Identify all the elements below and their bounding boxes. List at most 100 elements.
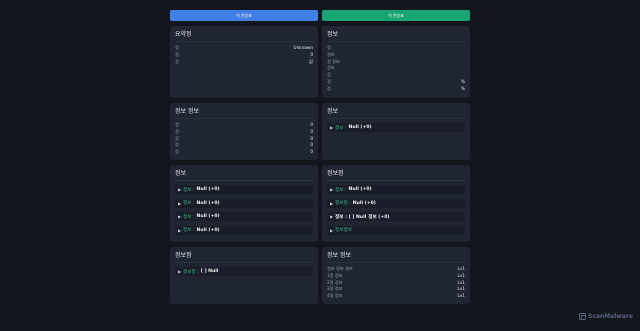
kv-row: 1정 정보 Lv1 <box>327 273 465 280</box>
expand-triangle-icon[interactable]: ▶ <box>178 269 181 274</box>
kv-key: 정 <box>327 78 331 84</box>
misc-card: 정보정 ▶ 정보정 :[ ] Null <box>170 247 318 304</box>
divider <box>327 180 465 181</box>
expand-triangle-icon[interactable]: ▶ <box>330 187 333 192</box>
detail-card: 정보 ▶ 정보 : Null (+0) <box>322 103 470 160</box>
kv-key: 1정 정보 <box>327 272 343 278</box>
divider <box>175 180 313 181</box>
item-value: Null (+0) <box>196 187 220 193</box>
kv-value: % <box>461 85 465 91</box>
kv-key: 정 <box>327 45 331 50</box>
item-value: Null (+0) <box>196 200 220 206</box>
attributes-card: 정보 ▶ 정보 : Null (+0) ▶ 정보 : Null (+0) ▶ 정보 : Nu… <box>170 165 318 242</box>
kv-row: 정 <box>327 72 465 79</box>
top-bar: 이 전승표 이 전승표 <box>170 10 470 21</box>
item-value: [ ] Null <box>200 269 219 275</box>
kv-row: 정보 <box>327 65 465 72</box>
watermark-text: ScanMalware <box>588 313 633 320</box>
item-value: Null (+0) <box>348 125 372 131</box>
expandable-item[interactable]: ▶ 정보정보 <box>327 225 465 235</box>
kv-value: 0 <box>310 128 313 134</box>
kv-row: 정 <box>327 45 465 52</box>
expandable-item[interactable]: ▶ 정보 : Null (+0) <box>175 185 313 195</box>
kv-value: 없 <box>309 58 313 64</box>
logo-icon <box>579 313 586 320</box>
kv-key: 정 <box>327 85 331 91</box>
expand-triangle-icon[interactable]: ▶ <box>178 228 181 233</box>
kv-row: 정 Unknown <box>175 45 313 52</box>
kv-value: 0 <box>310 149 313 155</box>
kv-row: 정없 <box>175 59 313 66</box>
item-label: 정보 : <box>335 187 347 193</box>
secondary-action-button[interactable]: 이 전승표 <box>322 10 470 21</box>
card-title: 정보정 <box>175 252 192 259</box>
kv-key: 정 <box>175 128 179 134</box>
expand-triangle-icon[interactable]: ▶ <box>330 201 333 206</box>
item-value: Null (+0) <box>352 200 376 206</box>
info-card: 정보 정 정보 정 정보 정보 정 정% 정% <box>322 26 470 98</box>
expand-triangle-icon[interactable]: ▶ <box>330 125 333 130</box>
expandable-item[interactable]: ▶ 정보 : Null (+0) <box>175 212 313 222</box>
level-card: 정보 정보 정보 정보 정보 Lv1 1정 정보 Lv1 2정 정보 Lv1 3정 정… <box>322 247 470 304</box>
expandable-item[interactable]: ▶ 정보정 :[ ] Null <box>175 267 313 277</box>
kv-row: 정0 <box>175 142 313 149</box>
primary-action-button[interactable]: 이 전승표 <box>170 10 318 21</box>
kv-row: 정보 정보 정보 Lv1 <box>327 266 465 273</box>
expand-triangle-icon[interactable]: ▶ <box>178 187 181 192</box>
item-label: 정보 : <box>183 187 195 193</box>
divider <box>175 262 313 263</box>
item-label: 정보 : <box>183 228 195 234</box>
card-title: 정보 정보 <box>327 252 351 259</box>
card-grid: 요약정 정 Unknown 정0 정없 정보 정 정보 정 정보 정보 정 정% … <box>170 26 470 304</box>
kv-value: Lv1 <box>457 286 465 292</box>
kv-value: Lv1 <box>457 266 465 271</box>
divider <box>175 118 313 119</box>
kv-value: 0 <box>310 135 313 141</box>
card-title: 요약정 <box>175 31 192 38</box>
kv-key: 정 <box>175 58 179 64</box>
item-value: Null (+0) <box>348 187 372 193</box>
divider <box>327 41 465 42</box>
kv-key: 4정 정보 <box>327 293 343 299</box>
item-label: 정보정 : <box>335 201 351 207</box>
expandable-item[interactable]: ▶ 정보 : Null (+0) <box>175 198 313 208</box>
card-title: 정보 <box>175 170 187 177</box>
item-value: 정보 (+0) <box>368 214 390 220</box>
kv-row: 정0 <box>175 122 313 129</box>
kv-key: 정 <box>175 51 179 57</box>
divider <box>175 41 313 42</box>
divider <box>327 262 465 263</box>
expandable-item[interactable]: ▶ 정보 : Null (+0) <box>327 185 465 195</box>
kv-value: 0 <box>310 51 313 57</box>
card-title: 정보 <box>327 31 339 38</box>
kv-row: 정0 <box>175 149 313 156</box>
expandable-item[interactable]: ▶ 정보 : Null (+0) <box>175 225 313 235</box>
kv-value: % <box>461 78 465 84</box>
expand-triangle-icon[interactable]: ▶ <box>178 201 181 206</box>
kv-row: 정0 <box>175 52 313 59</box>
expand-triangle-icon[interactable]: ▶ <box>330 214 333 219</box>
properties-card: 정보정 ▶ 정보 : Null (+0) ▶ 정보정 : Null (+0) ▶ 정보 :… <box>322 165 470 242</box>
kv-key: 정 <box>175 122 179 127</box>
expandable-item[interactable]: ▶ 정보정 : Null (+0) <box>327 198 465 208</box>
item-label: 정보정보 <box>335 228 352 234</box>
dashboard: 이 전승표 이 전승표 요약정 정 Unknown 정0 정없 정보 정 정보 정… <box>170 10 470 304</box>
card-title: 정보 정보 <box>175 108 199 115</box>
kv-row: 정0 <box>175 136 313 143</box>
item-value: Null (+0) <box>196 227 220 233</box>
kv-value: Lv1 <box>457 272 465 278</box>
item-label: 정보 : [ ] Null <box>335 214 367 220</box>
kv-row: 정0 <box>175 129 313 136</box>
kv-value: Unknown <box>293 45 313 50</box>
stats-card: 정보 정보 정0 정0 정0 정0 정0 <box>170 103 318 160</box>
kv-key: 정 <box>175 149 179 155</box>
kv-value: Lv1 <box>457 279 465 285</box>
expandable-item[interactable]: ▶ 정보 : Null (+0) <box>327 123 465 133</box>
expandable-item[interactable]: ▶ 정보 : [ ] Null 정보 (+0) <box>327 212 465 222</box>
item-label: 정보정 : <box>183 269 199 275</box>
expand-triangle-icon[interactable]: ▶ <box>330 228 333 233</box>
kv-row: 4정 정보 Lv1 <box>327 293 465 300</box>
kv-key: 정보 <box>327 51 335 57</box>
expand-triangle-icon[interactable]: ▶ <box>178 214 181 219</box>
kv-row: 정보 <box>327 52 465 59</box>
